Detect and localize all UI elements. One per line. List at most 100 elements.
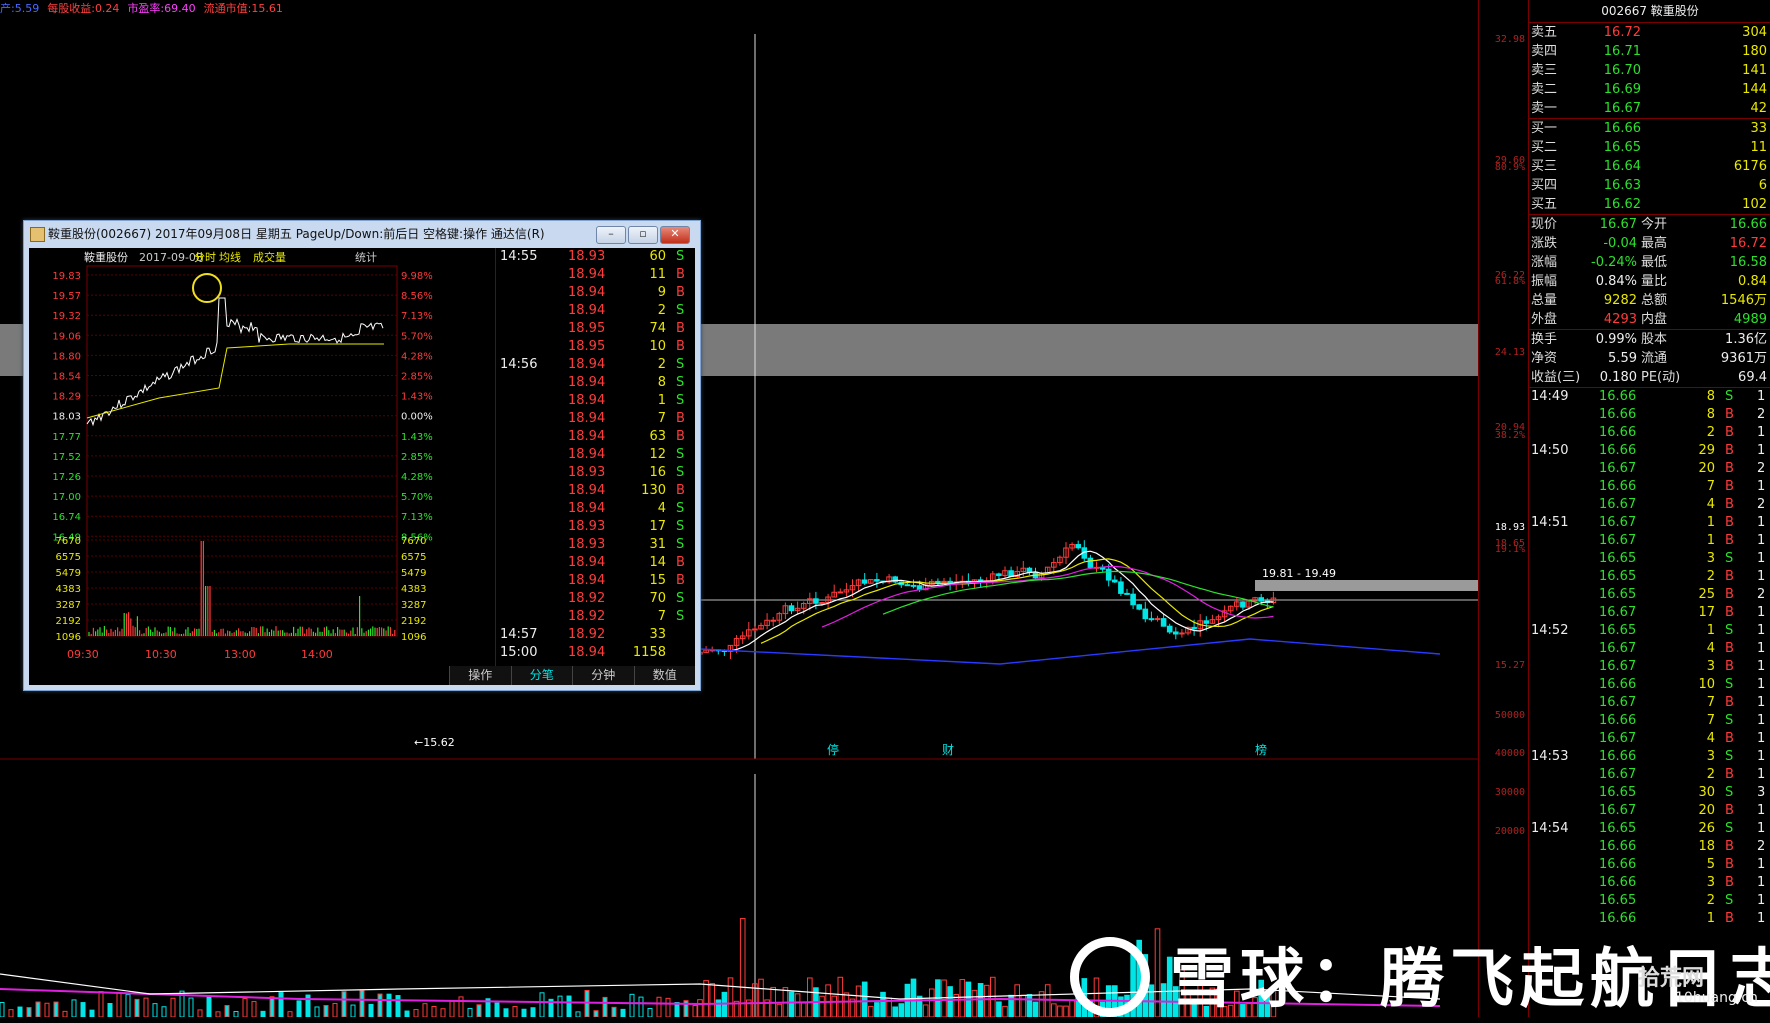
tick-direction: B xyxy=(676,573,685,588)
trade-price: 16.67 xyxy=(1599,497,1637,512)
popup-tab[interactable]: 操作 xyxy=(449,666,511,685)
stat-label: 外盘 xyxy=(1531,312,1558,327)
candle-body xyxy=(1130,593,1136,606)
volume-bar xyxy=(449,1000,455,1017)
price-tick: 19.06 xyxy=(52,331,81,342)
tick-row: 15:00 18.94 1158 xyxy=(496,644,696,662)
tick-price: 18.94 xyxy=(568,303,606,318)
volume-bar xyxy=(404,1010,410,1017)
candle-body xyxy=(1124,592,1130,595)
volume-bar xyxy=(638,996,644,1017)
volume-bar xyxy=(1002,1005,1008,1017)
maximize-button[interactable]: ▫ xyxy=(628,226,658,244)
tick-row: 18.94 11 B xyxy=(496,266,696,284)
trade-volume: 29 xyxy=(1698,443,1715,458)
candle-body xyxy=(1118,581,1124,594)
order-volume: 6176 xyxy=(1733,159,1767,174)
volume-bar xyxy=(53,1001,59,1017)
volume-bar xyxy=(983,984,990,1017)
candle-body xyxy=(837,591,844,594)
popup-tab[interactable]: 分笔 xyxy=(510,666,573,685)
order-volume: 33 xyxy=(1750,121,1767,136)
trade-ticks-list[interactable]: 14:49 16.66 8 S 1 16.66 8 B 2 16.66 2 B 1 14:50 16.66 2… xyxy=(1529,388,1770,928)
trade-row: 16.65 2 B 1 xyxy=(1529,568,1770,586)
candle-body xyxy=(910,584,917,587)
tick-price: 18.95 xyxy=(568,321,606,336)
volume-bar xyxy=(215,1011,221,1017)
buy-level: 买一 16.66 33 xyxy=(1529,119,1770,138)
tick-direction: B xyxy=(676,429,685,444)
tick-direction: S xyxy=(676,393,685,408)
sell-level: 卖一 16.67 42 xyxy=(1529,99,1770,118)
popup-tab[interactable]: 分钟 xyxy=(572,666,634,685)
volume-bar xyxy=(368,1003,374,1017)
volume-bar xyxy=(530,1007,536,1017)
trade-volume: 26 xyxy=(1698,821,1715,836)
volume-bar xyxy=(807,977,813,1017)
tick-direction: S xyxy=(676,447,685,462)
moving-average-line xyxy=(882,570,1274,615)
tick-row: 18.94 15 B xyxy=(496,572,696,590)
volume-bar xyxy=(880,991,886,1017)
tick-volume: 16 xyxy=(649,465,666,480)
intraday-chart[interactable]: 鞍重股份 2017-09-08分时 均线 成交量 统计19.83 9.98%19.57 8.… xyxy=(29,248,494,666)
volume-bar xyxy=(794,993,801,1017)
volume-bar xyxy=(990,976,996,1017)
popup-body: 鞍重股份 2017-09-08 分时 均线 成交量 统计 19.83 9.98% 19.57 8.… xyxy=(29,248,695,685)
intraday-popup-window[interactable]: 鞍重股份(002667) 2017年09月08日 星期五 PageUp/Down… xyxy=(23,220,701,691)
volume-bar xyxy=(71,999,77,1017)
pct-tick: 1.43% xyxy=(401,432,433,443)
trade-direction: B xyxy=(1725,443,1734,458)
volume-bar xyxy=(584,990,590,1017)
pct-tick: 0.00% xyxy=(401,412,433,423)
volume-bar xyxy=(721,991,728,1017)
volume-bar xyxy=(341,991,347,1017)
close-button[interactable]: ✕ xyxy=(660,226,690,244)
trade-time: 14:51 xyxy=(1531,515,1569,530)
candle-body xyxy=(861,579,868,584)
trade-price: 16.67 xyxy=(1599,461,1637,476)
tick-price: 18.92 xyxy=(568,591,606,606)
stat-row: 涨幅 -0.24% 最低 16.58 xyxy=(1529,253,1770,272)
tick-price: 18.93 xyxy=(568,465,606,480)
tick-price: 18.94 xyxy=(568,357,606,372)
popup-tab[interactable]: 数值 xyxy=(633,666,696,685)
trade-time: 14:53 xyxy=(1531,749,1569,764)
tick-volume: 1158 xyxy=(632,645,666,660)
tick-time: 14:55 xyxy=(500,249,538,264)
tick-price: 18.94 xyxy=(568,285,606,300)
fundamental-row: 净资 5.59 流通 9361万 xyxy=(1529,349,1770,368)
volume-bar xyxy=(727,977,734,1017)
tick-direction: S xyxy=(676,303,685,318)
tick-price: 18.94 xyxy=(568,411,606,426)
volume-bar xyxy=(831,995,838,1017)
tick-price: 18.94 xyxy=(568,645,606,660)
tick-volume: 130 xyxy=(641,483,666,498)
volume-bar xyxy=(323,1004,329,1017)
minimize-button[interactable]: – xyxy=(596,226,626,244)
trade-price: 16.66 xyxy=(1599,677,1637,692)
trade-row: 16.67 2 B 1 xyxy=(1529,766,1770,784)
trade-direction: B xyxy=(1725,497,1734,512)
popup-tick-list[interactable]: 14:55 18.93 60 S 18.94 11 B 18.94 9 B 18.94 2 S 18.95… xyxy=(495,248,696,666)
volume-bar xyxy=(170,997,176,1017)
volume-bar xyxy=(593,1010,599,1017)
volume-bar xyxy=(647,1007,653,1017)
chart-header-text: 分时 xyxy=(194,251,216,264)
pct-tick: 5.70% xyxy=(401,492,433,503)
volume-bar xyxy=(224,1005,230,1017)
trade-count: 1 xyxy=(1757,443,1766,458)
stat-row: 涨跌 -0.04 最高 16.72 xyxy=(1529,234,1770,253)
tick-row: 14:55 18.93 60 S xyxy=(496,248,696,266)
volume-bar xyxy=(739,918,746,1017)
trade-count: 1 xyxy=(1757,695,1766,710)
volume-tick: 6575 xyxy=(401,552,426,563)
order-price: 16.72 xyxy=(1603,25,1641,40)
event-tag: 停 xyxy=(827,742,839,757)
volume-bar xyxy=(134,998,140,1017)
popup-titlebar[interactable]: 鞍重股份(002667) 2017年09月08日 星期五 PageUp/Down… xyxy=(24,221,700,247)
trade-row: 16.66 5 B 1 xyxy=(1529,856,1770,874)
trade-volume: 2 xyxy=(1706,893,1715,908)
tick-price: 18.94 xyxy=(568,429,606,444)
volume-bar xyxy=(62,1010,68,1017)
